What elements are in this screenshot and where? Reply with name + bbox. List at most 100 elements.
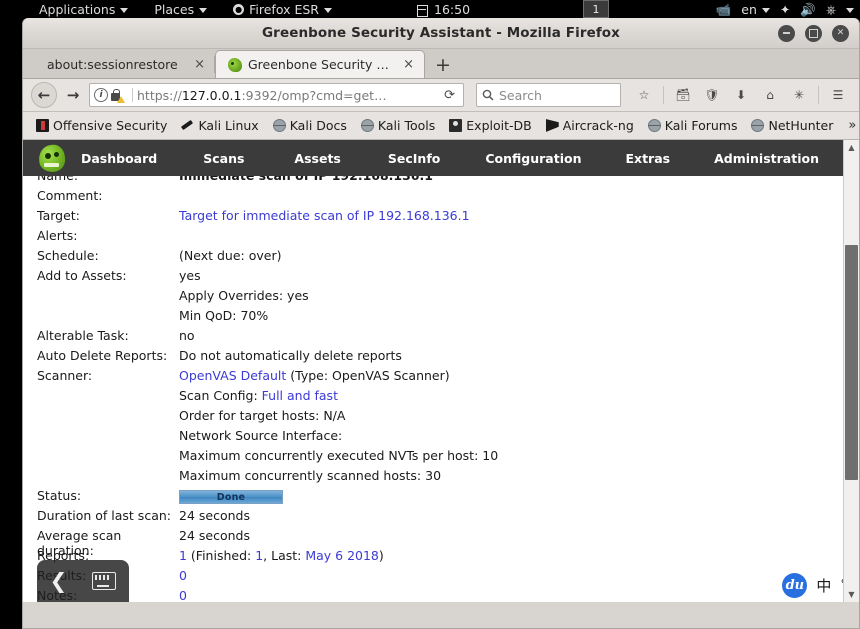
row-add-to-assets: Add to Assets: yes [37, 268, 827, 288]
results-link[interactable]: 0 [179, 568, 187, 583]
value-add-to-assets: yes [179, 268, 201, 283]
search-box[interactable]: Search [476, 83, 621, 107]
bookmark-kali-docs[interactable]: Kali Docs [266, 118, 354, 133]
row-max-nvts: Maximum concurrently executed NVTs per h… [37, 448, 827, 468]
library-icon[interactable]: 🗃 [670, 83, 696, 107]
keyboard-icon[interactable] [92, 572, 117, 590]
chevron-left-icon[interactable]: ❮ [50, 570, 68, 592]
addon-icon[interactable]: ✳ [786, 83, 812, 107]
bluetooth-icon[interactable]: ✦ [780, 2, 790, 17]
bookmark-label: Kali Tools [377, 118, 436, 133]
workspace-number: 1 [592, 2, 600, 16]
target-link[interactable]: Target for immediate scan of IP 192.168.… [179, 208, 470, 223]
home-icon[interactable]: ⌂ [757, 83, 783, 107]
minimize-button[interactable] [778, 24, 795, 42]
bookmarks-toolbar: Offensive Security Kali Linux Kali Docs … [23, 112, 859, 140]
chevron-down-icon [846, 8, 854, 13]
nav-secinfo[interactable]: SecInfo [388, 151, 440, 166]
value-auto-delete-reports: Do not automatically delete reports [179, 348, 402, 363]
scroll-down-button[interactable]: ▼ [844, 587, 859, 602]
hamburger-menu-icon[interactable]: ☰ [825, 83, 851, 107]
nav-dashboard[interactable]: Dashboard [81, 151, 157, 166]
favicon-greenbone-icon [228, 57, 242, 72]
bookmark-kali-linux[interactable]: Kali Linux [174, 118, 265, 133]
tab-greenbone[interactable]: Greenbone Security A... × [215, 50, 425, 78]
bookmark-label: Offensive Security [53, 118, 168, 133]
scrollbar-thumb[interactable] [845, 245, 858, 480]
value-scan-config: Scan Config: Full and fast [179, 388, 827, 403]
navigation-toolbar: ← → i https://127.0.0.1:9392/omp?cmd=get… [23, 79, 859, 112]
nav-configuration[interactable]: Configuration [485, 151, 581, 166]
menu-places[interactable]: Places [141, 0, 220, 19]
screen-recorder-icon[interactable]: 📹 [716, 2, 732, 18]
row-max-hosts: Maximum concurrently scanned hosts: 30 [37, 468, 827, 488]
row-alterable-task: Alterable Task: no [37, 328, 827, 348]
notes-link[interactable]: 0 [179, 588, 187, 602]
menu-applications-label: Applications [39, 2, 116, 17]
label-status: Status: [37, 488, 82, 503]
scan-config-prefix: Scan Config: [179, 388, 262, 403]
row-duration: Duration of last scan: 24 seconds [37, 508, 827, 528]
close-icon[interactable]: × [400, 58, 417, 71]
bookmarks-overflow-button[interactable]: » [840, 118, 859, 133]
reports-count-link[interactable]: 1 [179, 548, 187, 563]
panel-clock[interactable]: 16:50 [417, 0, 470, 19]
label-duration: Duration of last scan: [37, 508, 171, 523]
globe-icon [647, 119, 661, 132]
bookmark-kali-forums[interactable]: Kali Forums [641, 118, 745, 133]
nav-administration[interactable]: Administration [714, 151, 819, 166]
downloads-icon[interactable]: ⬇ [728, 83, 754, 107]
scan-config-link[interactable]: Full and fast [262, 388, 338, 403]
bookmark-label: Kali Linux [198, 118, 259, 133]
task-details-table: Name: Immediate scan of IP 192.168.136.1… [37, 176, 827, 602]
pocket-icon[interactable]: 🛡 [699, 83, 725, 107]
value-apply-overrides: Apply Overrides: yes [179, 288, 309, 303]
bookmark-label: Kali Docs [289, 118, 347, 133]
bookmark-star-icon[interactable]: ☆ [631, 83, 657, 107]
chevron-down-icon [120, 8, 129, 13]
volume-icon[interactable]: 🔊 [800, 2, 816, 18]
baidu-logo-icon[interactable]: du [782, 572, 808, 598]
keyboard-layout-indicator[interactable]: en [741, 2, 770, 17]
workspace-switcher[interactable]: 1 [583, 0, 609, 18]
globe-icon [751, 119, 765, 132]
new-tab-button[interactable]: + [425, 55, 461, 75]
menu-applications[interactable]: Applications [26, 0, 141, 19]
reload-icon[interactable]: ⟳ [440, 88, 459, 103]
reports-last-link[interactable]: May 6 2018 [305, 548, 379, 563]
page-scrollbar[interactable]: ▲ ▼ [843, 140, 859, 602]
nav-extras[interactable]: Extras [625, 151, 670, 166]
bookmark-aircrack-ng[interactable]: Aircrack-ng [539, 118, 641, 133]
site-identity[interactable]: i [94, 88, 128, 103]
row-reports: Reports: 1 (Finished: 1, Last: May 6 201… [37, 548, 827, 568]
nav-scans[interactable]: Scans [203, 151, 244, 166]
bookmark-nethunter[interactable]: NetHunter [744, 118, 840, 133]
power-icon[interactable]: ⎈ [826, 2, 836, 18]
bookmark-exploit-db[interactable]: Exploit-DB [442, 118, 538, 133]
chevron-down-icon [761, 8, 770, 13]
close-button[interactable]: ✕ [832, 24, 849, 42]
forward-button[interactable]: → [61, 83, 85, 107]
wrench-icon [181, 119, 194, 132]
bookmark-kali-tools[interactable]: Kali Tools [354, 118, 442, 133]
onscreen-keyboard-widget[interactable]: ❮ [37, 560, 129, 602]
address-bar[interactable]: i https://127.0.0.1:9392/omp?cmd=get… ⟳ [89, 83, 464, 107]
url-prefix: https:// [137, 87, 182, 103]
value-schedule: (Next due: over) [179, 248, 282, 263]
reports-finished-link[interactable]: 1 [255, 548, 263, 563]
scroll-up-button[interactable]: ▲ [844, 140, 859, 155]
tab-label: Greenbone Security A... [248, 57, 395, 72]
nav-assets[interactable]: Assets [294, 151, 340, 166]
scanner-link[interactable]: OpenVAS Default [179, 368, 286, 383]
tab-sessionrestore[interactable]: about:sessionrestore × [35, 51, 215, 78]
row-comment: Comment: [37, 188, 827, 208]
maximize-button[interactable] [805, 24, 822, 42]
bookmark-offensive-security[interactable]: Offensive Security [29, 118, 174, 133]
menu-firefox[interactable]: ● Firefox ESR [220, 0, 345, 19]
bookmark-label: Aircrack-ng [562, 118, 634, 133]
back-button[interactable]: ← [31, 82, 57, 108]
value-duration: 24 seconds [179, 508, 250, 523]
label-alerts: Alerts: [37, 228, 78, 243]
ime-mode-toggle[interactable]: 中 [816, 575, 831, 596]
close-icon[interactable]: × [191, 58, 208, 71]
